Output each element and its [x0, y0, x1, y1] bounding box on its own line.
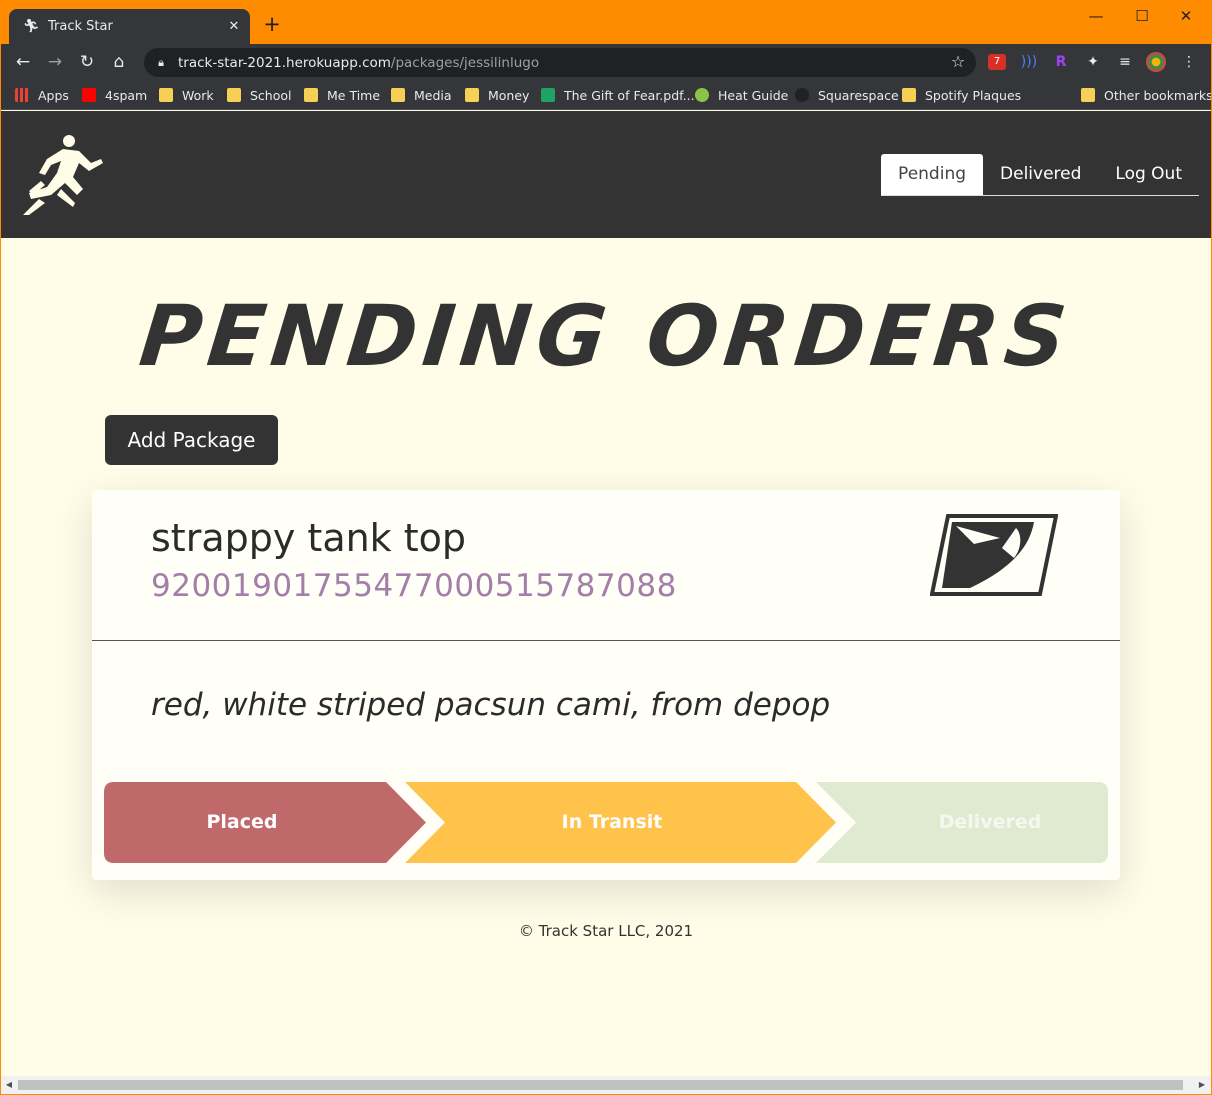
scrollbar-thumb[interactable]: [18, 1080, 1183, 1090]
browser-toolbar: ← → ↻ ⌂ 🔒︎ track-star-2021.herokuapp.com…: [1, 44, 1211, 80]
home-icon[interactable]: ⌂: [107, 50, 131, 74]
package-description: red, white striped pacsun cami, from dep…: [151, 687, 831, 723]
runner-logo-icon[interactable]: [21, 133, 107, 215]
bookmarks-bar: Apps 4spam Work School Me Time Media Mon…: [1, 80, 1211, 110]
folder-icon: [304, 88, 318, 102]
folder-icon: [902, 88, 916, 102]
add-package-button[interactable]: Add Package: [105, 415, 278, 465]
close-window-icon[interactable]: ✕: [1165, 6, 1207, 26]
profile-avatar[interactable]: [1146, 52, 1166, 72]
tracking-number[interactable]: 9200190175547700051578708​8: [151, 568, 677, 604]
main-nav: Pending Delivered Log Out: [881, 154, 1199, 196]
browser-window: 🏃︎ Track Star ✕ + — ☐ ✕ ← → ↻ ⌂ 🔒︎ track…: [1, 0, 1211, 1094]
nav-logout[interactable]: Log Out: [1098, 154, 1199, 195]
bookmark-4spam[interactable]: 4spam: [82, 85, 147, 105]
document-icon: [541, 88, 555, 102]
nav-pending[interactable]: Pending: [881, 154, 984, 195]
bookmark-star-icon[interactable]: ☆: [948, 52, 968, 72]
scroll-left-icon[interactable]: ◀: [3, 1079, 15, 1091]
new-tab-icon[interactable]: +: [262, 14, 282, 36]
status-step-in-transit: In Transit: [561, 811, 663, 833]
package-card-header: strappy tank top 92001901755477000515787…: [92, 490, 1120, 641]
bookmark-media[interactable]: Media: [391, 85, 452, 105]
puzzle-extensions-icon[interactable]: ✦: [1082, 51, 1104, 73]
menu-kebab-icon[interactable]: ⋮: [1178, 51, 1200, 73]
lock-icon: 🔒︎: [158, 55, 164, 69]
runner-favicon-icon: 🏃︎: [23, 18, 40, 34]
page-content: Pending Delivered Log Out PENDING ORDERS…: [1, 111, 1211, 1076]
status-step-delivered: Delivered: [938, 811, 1042, 833]
url-text: track-star-2021.herokuapp.com/packages/j…: [178, 54, 540, 71]
bookmark-school[interactable]: School: [227, 85, 292, 105]
bookmark-me-time[interactable]: Me Time: [304, 85, 380, 105]
squarespace-icon: [795, 88, 809, 102]
minimize-icon[interactable]: —: [1075, 6, 1117, 26]
scroll-right-icon[interactable]: ▶: [1196, 1079, 1208, 1091]
folder-icon: [159, 88, 173, 102]
horizontal-scrollbar[interactable]: ◀ ▶: [1, 1076, 1211, 1094]
leaf-icon: [695, 88, 709, 102]
package-name: strappy tank top: [151, 516, 467, 560]
back-icon[interactable]: ←: [11, 50, 35, 74]
folder-icon: [1081, 88, 1095, 102]
reload-icon[interactable]: ↻: [75, 50, 99, 74]
usps-eagle-icon: [930, 514, 1058, 596]
youtube-icon: [82, 88, 96, 102]
gmail-extension-icon[interactable]: 7: [988, 54, 1006, 70]
bookmark-gift-of-fear[interactable]: The Gift of Fear.pdf...: [541, 85, 695, 105]
folder-icon: [465, 88, 479, 102]
status-progress: Placed In Transit Delivered: [104, 782, 1108, 863]
r-extension-icon[interactable]: R: [1050, 51, 1072, 73]
address-bar[interactable]: 🔒︎ track-star-2021.herokuapp.com/package…: [144, 48, 976, 77]
wifi-extension-icon[interactable]: ))): [1018, 51, 1040, 73]
status-step-placed: Placed: [206, 811, 278, 833]
forward-icon[interactable]: →: [43, 50, 67, 74]
title-bar: 🏃︎ Track Star ✕ + — ☐ ✕: [1, 0, 1211, 44]
media-queue-icon[interactable]: ≡: [1114, 51, 1136, 73]
package-card: strappy tank top 92001901755477000515787…: [92, 490, 1120, 880]
bookmark-other[interactable]: Other bookmarks: [1081, 85, 1211, 105]
bookmark-spotify-plaques[interactable]: Spotify Plaques: [902, 85, 1021, 105]
browser-tab[interactable]: 🏃︎ Track Star ✕: [9, 9, 250, 44]
folder-icon: [391, 88, 405, 102]
maximize-icon[interactable]: ☐: [1121, 6, 1163, 26]
bookmark-heat-guide[interactable]: Heat Guide: [695, 85, 788, 105]
nav-delivered[interactable]: Delivered: [983, 154, 1098, 195]
site-header: Pending Delivered Log Out: [1, 111, 1211, 238]
folder-icon: [227, 88, 241, 102]
bookmark-money[interactable]: Money: [465, 85, 529, 105]
tab-title: Track Star: [48, 19, 113, 34]
apps-grid-icon: [15, 88, 29, 102]
page-title: PENDING ORDERS: [135, 287, 1077, 385]
close-tab-icon[interactable]: ✕: [226, 19, 242, 35]
page-footer: © Track Star LLC, 2021: [518, 922, 694, 940]
bookmark-work[interactable]: Work: [159, 85, 214, 105]
bookmark-squarespace[interactable]: Squarespace: [795, 85, 899, 105]
bookmark-apps[interactable]: Apps: [15, 85, 69, 105]
